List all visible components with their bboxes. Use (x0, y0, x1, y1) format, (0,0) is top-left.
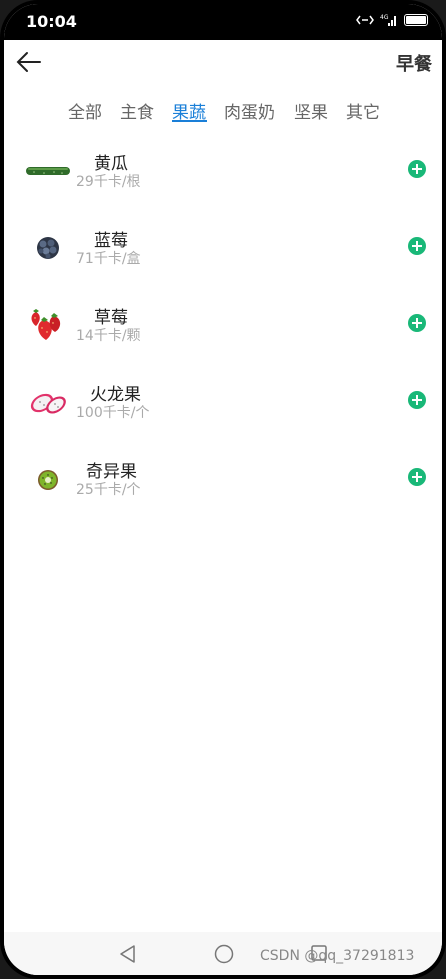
status-icons: 4G (356, 13, 428, 27)
header: 早餐 (4, 40, 442, 84)
kiwi-icon (38, 470, 58, 490)
back-triangle-icon[interactable] (118, 944, 138, 964)
home-circle-icon[interactable] (214, 944, 234, 964)
battery-icon (404, 14, 428, 26)
tab-all[interactable]: 全部 (68, 98, 102, 123)
screen: 10:04 4G 早餐 全部 主食 果蔬 肉蛋奶 坚果 其它 黄瓜 29千卡/根… (4, 4, 442, 975)
phone-frame: 10:04 4G 早餐 全部 主食 果蔬 肉蛋奶 坚果 其它 黄瓜 29千卡/根… (0, 0, 446, 979)
tab-nuts[interactable]: 坚果 (294, 98, 328, 123)
tab-other[interactable]: 其它 (346, 98, 380, 123)
add-button[interactable] (408, 160, 426, 178)
watermark: CSDN @qq_37291813 (260, 948, 415, 964)
list-item[interactable]: 草莓 14千卡/颗 (4, 298, 442, 358)
food-calories: 100千卡/个 (76, 405, 150, 421)
food-calories: 14千卡/颗 (76, 328, 141, 344)
food-calories: 29千卡/根 (76, 174, 141, 190)
status-time: 10:04 (26, 12, 77, 31)
add-button[interactable] (408, 468, 426, 486)
meal-title: 早餐 (396, 54, 432, 75)
food-calories: 25千卡/个 (76, 482, 141, 498)
blueberry-icon (37, 237, 59, 259)
add-button[interactable] (408, 314, 426, 332)
strawberry-icon (31, 309, 61, 340)
active-tab-indicator (172, 120, 207, 122)
dragonfruit-icon (30, 393, 66, 414)
svg-text:4G: 4G (380, 14, 389, 21)
list-item[interactable]: 黄瓜 29千卡/根 (4, 144, 442, 204)
add-button[interactable] (408, 391, 426, 409)
tab-staple[interactable]: 主食 (120, 98, 154, 123)
category-tabs: 全部 主食 果蔬 肉蛋奶 坚果 其它 (4, 94, 442, 128)
list-item[interactable]: 火龙果 100千卡/个 (4, 375, 442, 435)
tab-meat-egg-milk[interactable]: 肉蛋奶 (224, 98, 275, 123)
nfc-icon (356, 15, 374, 25)
add-button[interactable] (408, 237, 426, 255)
status-bar: 10:04 4G (4, 4, 442, 40)
list-item[interactable]: 蓝莓 71千卡/盒 (4, 221, 442, 281)
signal-icon: 4G (380, 14, 396, 26)
back-arrow-icon[interactable] (14, 48, 44, 76)
cucumber-icon (26, 167, 70, 175)
list-item[interactable]: 奇异果 25千卡/个 (4, 452, 442, 512)
food-calories: 71千卡/盒 (76, 251, 141, 267)
system-nav-bar: CSDN @qq_37291813 (4, 932, 442, 975)
